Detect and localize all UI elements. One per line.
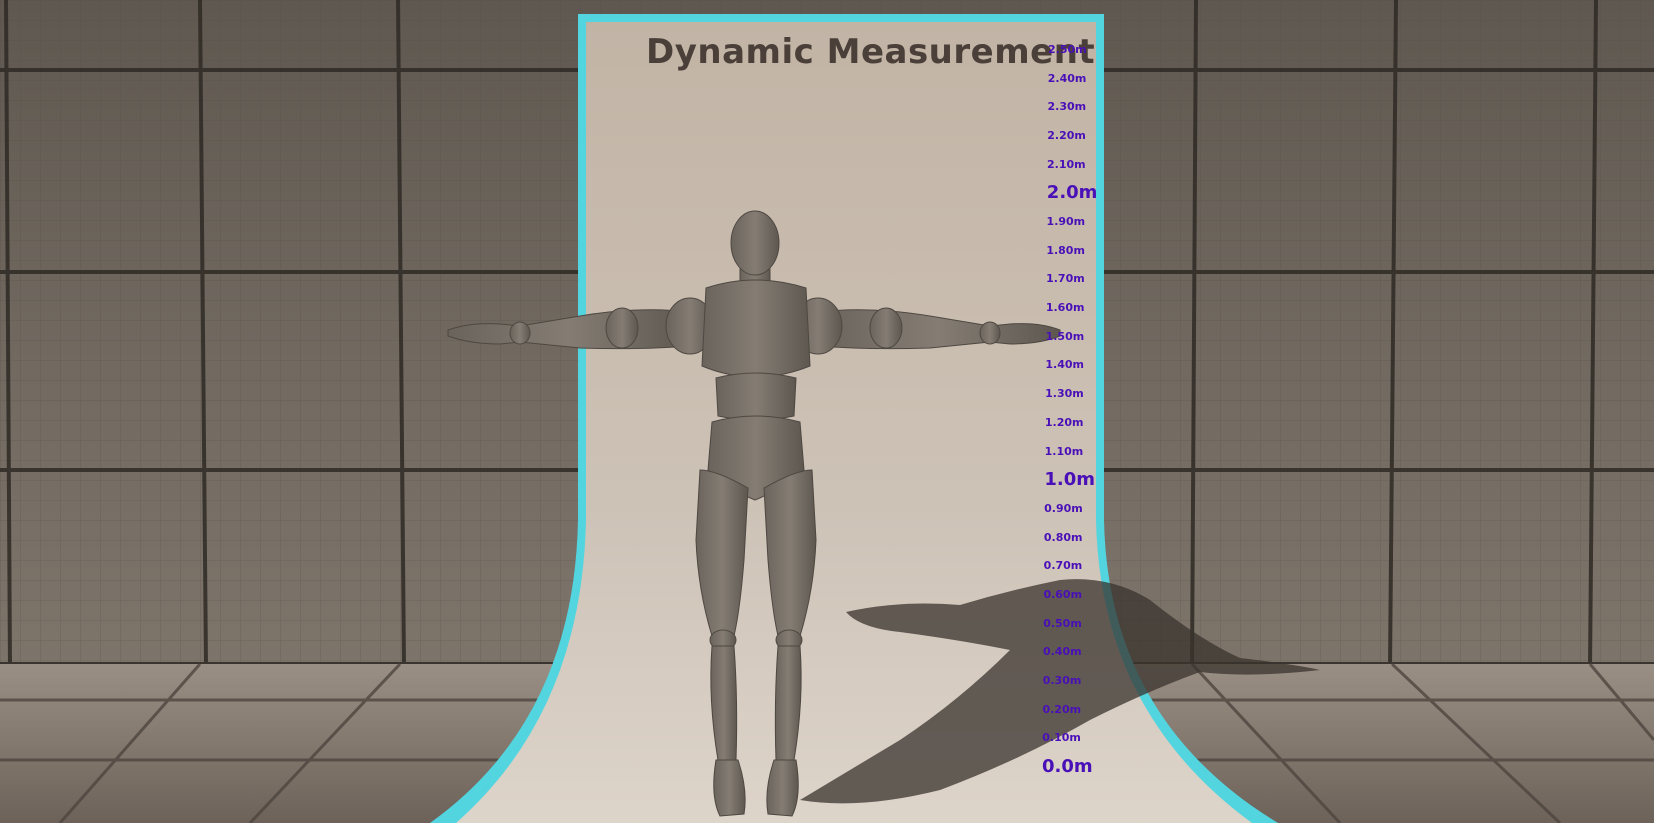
ruler-mark-0-50m: 0.50m [1043, 616, 1082, 630]
ruler-mark-0-10m: 0.10m [1042, 731, 1081, 745]
ruler-mark-2-20m: 2.20m [1047, 129, 1086, 143]
ruler-mark-0-40m: 0.40m [1042, 645, 1082, 659]
ruler-mark-1-60m: 1.60m [1045, 301, 1085, 315]
ruler-mark-2-40m: 2.40m [1047, 71, 1087, 85]
ruler-mark-1-30m: 1.30m [1045, 387, 1084, 401]
ruler-mark-0-0m: 0.0m [1042, 756, 1093, 777]
ruler-mark-1-50m: 1.50m [1045, 329, 1085, 343]
ruler-mark-0-20m: 0.20m [1042, 702, 1082, 716]
ruler-mark-1-0m: 1.0m [1044, 469, 1096, 491]
ruler-mark-2-10m: 2.10m [1047, 157, 1086, 171]
ruler-mark-1-80m: 1.80m [1046, 243, 1085, 257]
level-scene [0, 0, 1654, 823]
board-title: Dynamic Measurement [646, 32, 1096, 72]
ruler-mark-2-30m: 2.30m [1047, 100, 1087, 114]
ruler-mark-0-90m: 0.90m [1044, 501, 1083, 515]
ruler-mark-2-50m: 2.50m [1048, 43, 1087, 56]
ruler-mark-0-70m: 0.70m [1043, 559, 1083, 573]
ruler-mark-1-20m: 1.20m [1044, 415, 1084, 429]
ruler-mark-1-40m: 1.40m [1045, 358, 1084, 372]
ruler-mark-0-80m: 0.80m [1043, 530, 1083, 544]
ruler-mark-2-0m: 2.0m [1046, 182, 1098, 204]
ruler-mark-1-70m: 1.70m [1046, 272, 1085, 286]
ruler-mark-1-90m: 1.90m [1046, 215, 1086, 229]
ruler-mark-0-60m: 0.60m [1043, 587, 1083, 601]
ruler-mark-0-30m: 0.30m [1042, 673, 1082, 687]
ruler-mark-1-10m: 1.10m [1044, 444, 1084, 458]
